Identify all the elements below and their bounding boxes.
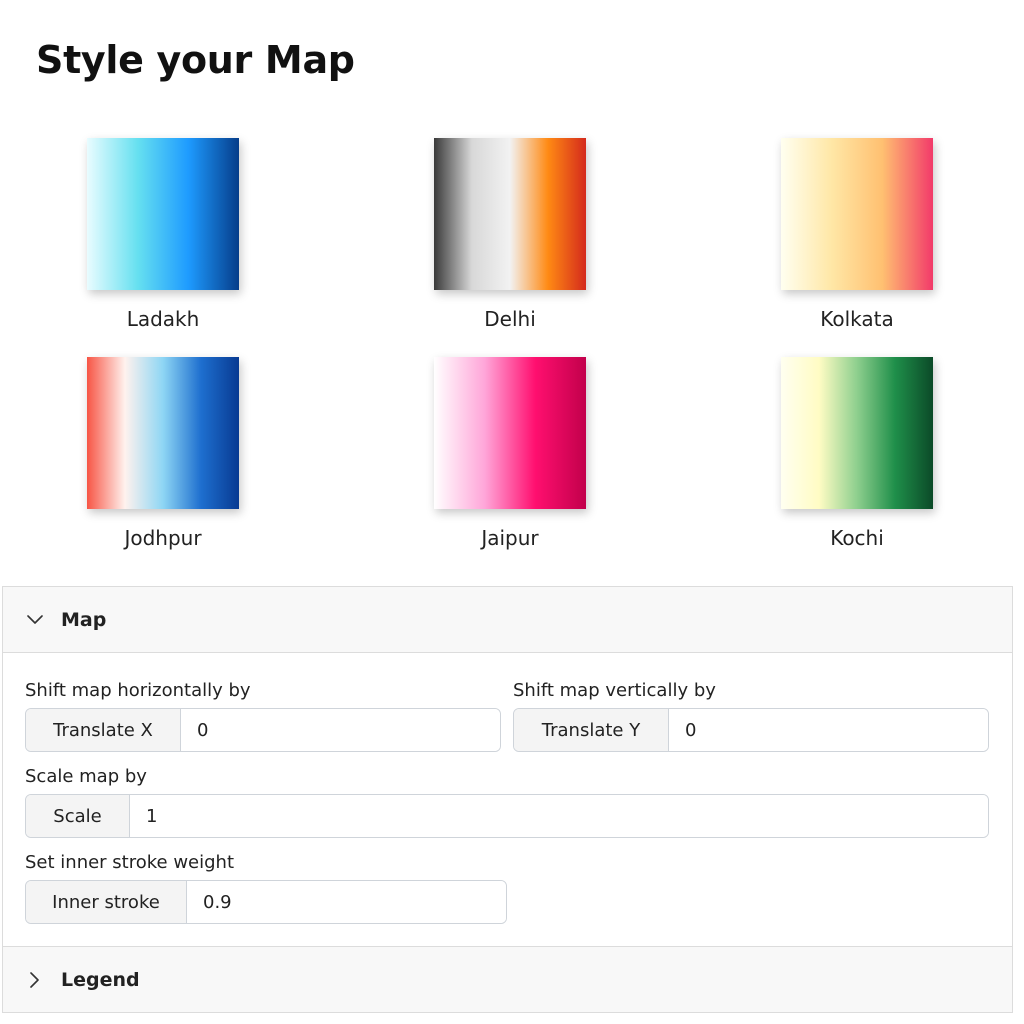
palette-swatch[interactable] xyxy=(781,357,933,509)
palette-swatch[interactable] xyxy=(434,357,586,509)
scale-field: Scale map by Scale xyxy=(25,766,989,838)
translate-y-field: Shift map vertically by Translate Y xyxy=(513,680,989,752)
translate-x-field: Shift map horizontally by Translate X xyxy=(25,680,501,752)
translate-x-input[interactable] xyxy=(181,709,500,751)
inner-stroke-input[interactable] xyxy=(187,881,506,923)
palette-label: Ladakh xyxy=(126,307,200,331)
map-section-title: Map xyxy=(61,608,107,631)
palette-jaipur[interactable]: Jaipur xyxy=(410,357,610,550)
palette-ladakh[interactable]: Ladakh xyxy=(63,138,263,331)
inner-stroke-field: Set inner stroke weight Inner stroke xyxy=(25,852,507,924)
palette-label: Jaipur xyxy=(481,526,539,550)
inner-stroke-addon: Inner stroke xyxy=(26,881,187,923)
translate-x-addon: Translate X xyxy=(26,709,181,751)
scale-addon: Scale xyxy=(26,795,130,837)
palette-label: Jodhpur xyxy=(124,526,202,550)
inner-stroke-label: Set inner stroke weight xyxy=(25,852,235,873)
palette-swatch[interactable] xyxy=(87,357,239,509)
page-title: Style your Map xyxy=(36,38,355,82)
scale-label: Scale map by xyxy=(25,766,147,787)
translate-x-label: Shift map horizontally by xyxy=(25,680,251,701)
palette-delhi[interactable]: Delhi xyxy=(410,138,610,331)
translate-y-group: Translate Y xyxy=(513,708,989,752)
map-section-header[interactable]: Map xyxy=(3,587,1012,653)
chevron-right-icon xyxy=(25,970,45,990)
palette-swatch[interactable] xyxy=(781,138,933,290)
palette-label: Kochi xyxy=(830,526,884,550)
palette-swatch[interactable] xyxy=(434,138,586,290)
translate-y-input[interactable] xyxy=(669,709,988,751)
settings-accordion: Map Shift map horizontally by Translate … xyxy=(2,586,1013,1013)
legend-section-header[interactable]: Legend xyxy=(3,947,1012,1013)
palette-kolkata[interactable]: Kolkata xyxy=(757,138,957,331)
palette-label: Delhi xyxy=(484,307,536,331)
palette-swatch[interactable] xyxy=(87,138,239,290)
translate-y-label: Shift map vertically by xyxy=(513,680,716,701)
map-section-body: Shift map horizontally by Translate X Sh… xyxy=(3,653,1012,947)
palette-label: Kolkata xyxy=(820,307,894,331)
scale-input[interactable] xyxy=(130,795,988,837)
legend-section-title: Legend xyxy=(61,968,140,991)
palette-kochi[interactable]: Kochi xyxy=(757,357,957,550)
translate-y-addon: Translate Y xyxy=(514,709,669,751)
translate-x-group: Translate X xyxy=(25,708,501,752)
chevron-down-icon xyxy=(25,610,45,630)
scale-group: Scale xyxy=(25,794,989,838)
palette-jodhpur[interactable]: Jodhpur xyxy=(63,357,263,550)
inner-stroke-group: Inner stroke xyxy=(25,880,507,924)
